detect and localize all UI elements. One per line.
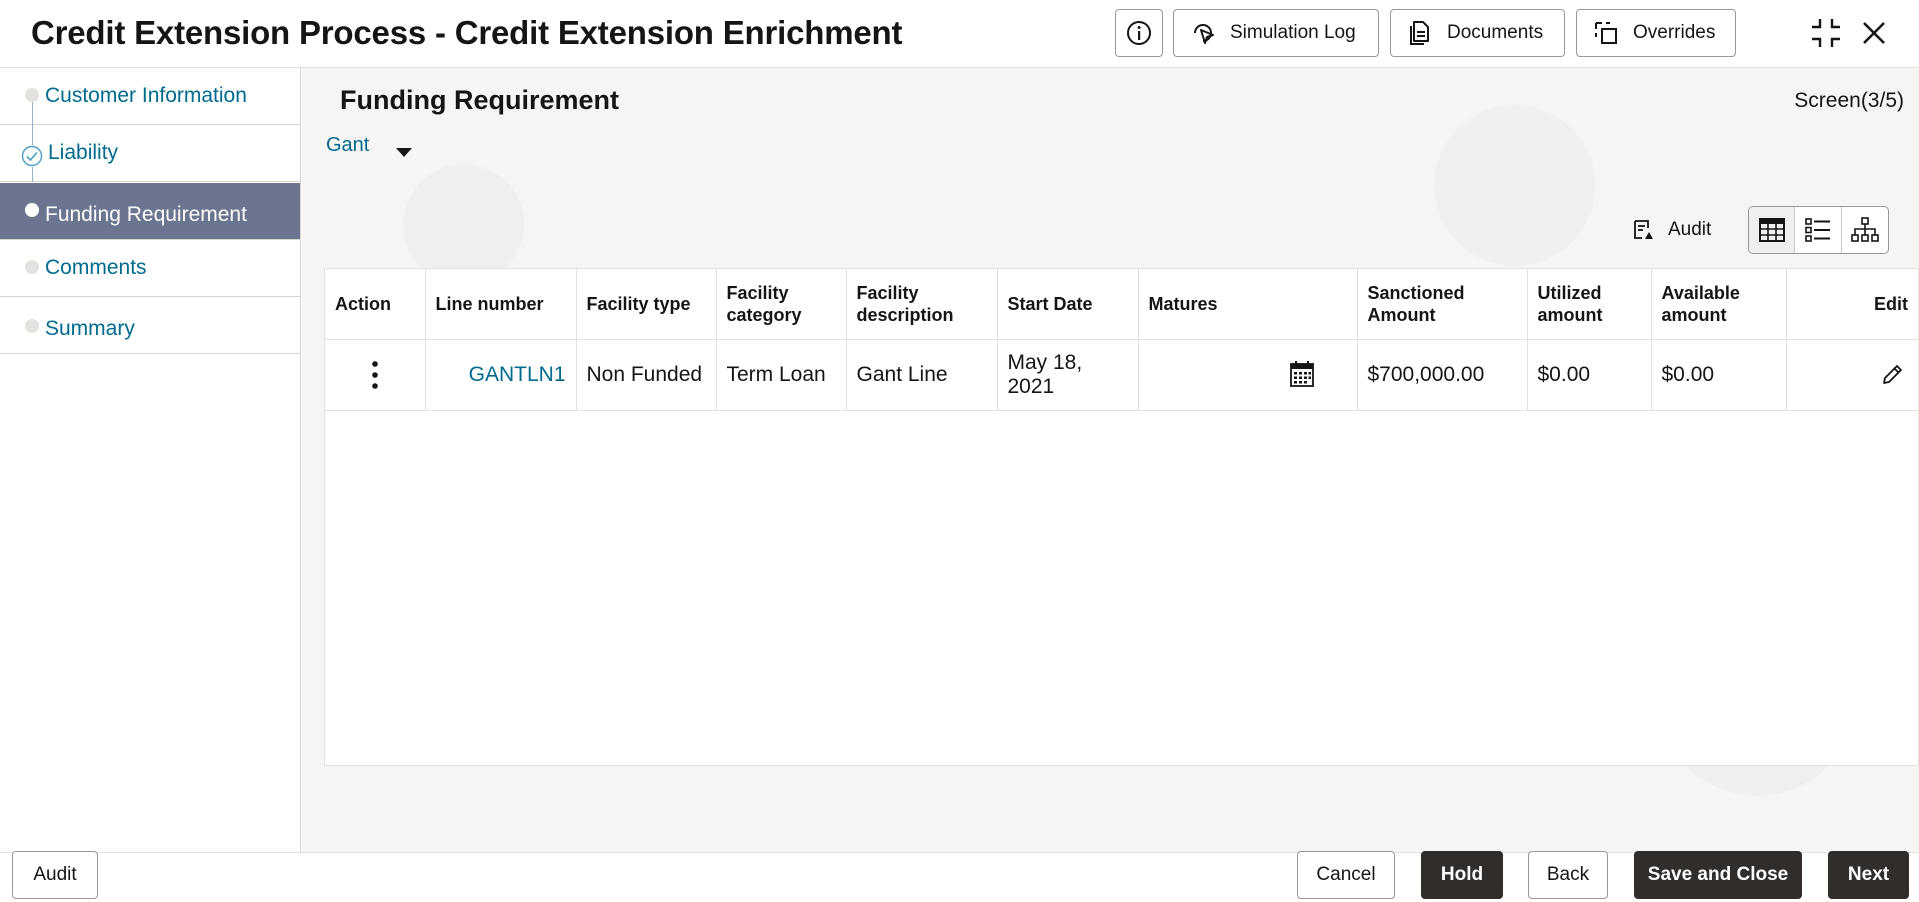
next-button[interactable]: Next — [1828, 851, 1909, 899]
documents-icon — [1405, 18, 1435, 48]
step-pending-icon — [25, 260, 39, 274]
column-header-matures[interactable]: Matures — [1138, 269, 1358, 340]
start-date-cell: May 18, 2021 — [997, 339, 1139, 411]
funding-requirement-table: Action Line number Facility type Facilit… — [324, 268, 1919, 766]
sidebar-item-label: Comments — [45, 256, 147, 279]
column-header-edit: Edit — [1786, 269, 1919, 340]
step-navigation: Customer Information Liability Funding R… — [0, 68, 301, 852]
column-header-facility-description[interactable]: Facility description — [846, 269, 998, 340]
facility-category-cell: Term Loan — [716, 339, 847, 411]
info-button[interactable] — [1115, 9, 1163, 57]
sidebar-item-comments[interactable]: Comments — [0, 240, 300, 297]
line-selector-dropdown[interactable]: Gant — [324, 130, 424, 168]
sidebar-item-label: Customer Information — [45, 84, 247, 107]
matures-date-field[interactable] — [1138, 339, 1358, 411]
calendar-icon[interactable] — [1289, 360, 1315, 388]
back-button[interactable]: Back — [1528, 851, 1608, 899]
documents-label: Documents — [1447, 22, 1544, 43]
sidebar-item-label: Summary — [45, 317, 135, 340]
line-number-link[interactable]: GANTLN1 — [425, 339, 577, 411]
documents-button[interactable]: Documents — [1390, 9, 1565, 57]
column-header-sanctioned-amount[interactable]: Sanctioned Amount — [1357, 269, 1528, 340]
cursor-click-icon — [1188, 18, 1218, 48]
main-content: Funding Requirement Screen(3/5) Gant Aud… — [302, 68, 1919, 852]
step-active-icon — [25, 203, 39, 217]
facility-type-cell: Non Funded — [576, 339, 717, 411]
screen-counter: Screen(3/5) — [1794, 89, 1904, 112]
column-header-utilized-amount[interactable]: Utilized amount — [1527, 269, 1652, 340]
list-view-button[interactable] — [1795, 207, 1842, 253]
step-pending-icon — [25, 319, 39, 333]
cancel-button[interactable]: Cancel — [1297, 851, 1395, 899]
hierarchy-tree-icon — [1851, 217, 1879, 242]
audit-link[interactable]: Audit — [1632, 214, 1711, 246]
facility-description-cell: Gant Line — [846, 339, 998, 411]
column-header-available-amount[interactable]: Available amount — [1651, 269, 1787, 340]
table-view-button[interactable] — [1749, 207, 1796, 253]
available-amount-cell: $0.00 — [1651, 339, 1787, 411]
step-pending-icon — [25, 88, 39, 102]
sidebar-item-customer-information[interactable]: Customer Information — [0, 68, 300, 125]
sidebar-item-summary[interactable]: Summary — [0, 297, 300, 354]
table-grid-icon — [1758, 218, 1785, 242]
header: Credit Extension Process - Credit Extens… — [0, 0, 1919, 68]
column-header-facility-type[interactable]: Facility type — [576, 269, 717, 340]
sidebar-item-label: Liability — [48, 141, 119, 164]
step-complete-check-icon — [21, 145, 43, 167]
collapse-icon[interactable] — [1807, 14, 1845, 52]
overrides-button[interactable]: Overrides — [1576, 9, 1736, 57]
overrides-label: Overrides — [1633, 22, 1716, 43]
sidebar-item-liability[interactable]: Liability — [0, 125, 300, 182]
step-connector — [32, 102, 33, 125]
row-action-cell — [325, 339, 426, 411]
page-title: Funding Requirement — [340, 85, 619, 115]
kebab-menu-icon[interactable] — [335, 360, 415, 390]
audit-label: Audit — [1668, 219, 1712, 240]
caret-down-icon — [396, 148, 412, 157]
hold-button[interactable]: Hold — [1421, 851, 1503, 899]
table-row: GANTLN1 Non Funded Term Loan Gant Line M… — [325, 339, 1919, 411]
view-toggle-group — [1748, 206, 1889, 254]
table-header-row: Action Line number Facility type Facilit… — [325, 269, 1919, 340]
close-icon[interactable] — [1855, 14, 1893, 52]
save-and-close-button[interactable]: Save and Close — [1634, 851, 1802, 899]
simulation-log-button[interactable]: Simulation Log — [1173, 9, 1379, 57]
overrides-icon — [1591, 18, 1621, 48]
simulation-log-label: Simulation Log — [1230, 22, 1356, 43]
audit-icon — [1634, 220, 1653, 239]
step-connector — [32, 167, 33, 182]
step-connector — [32, 125, 33, 145]
list-icon — [1805, 218, 1831, 242]
column-header-facility-category[interactable]: Facility category — [716, 269, 847, 340]
sidebar-item-label: Funding Requirement — [45, 203, 247, 226]
column-header-action[interactable]: Action — [325, 269, 426, 340]
info-icon — [1127, 21, 1151, 45]
column-header-line-number[interactable]: Line number — [425, 269, 577, 340]
sidebar-item-funding-requirement[interactable]: Funding Requirement — [0, 183, 300, 240]
column-header-start-date[interactable]: Start Date — [997, 269, 1139, 340]
pencil-edit-icon[interactable] — [1797, 363, 1911, 387]
sanctioned-amount-cell: $700,000.00 — [1357, 339, 1528, 411]
utilized-amount-cell: $0.00 — [1527, 339, 1652, 411]
page-header-title: Credit Extension Process - Credit Extens… — [31, 14, 903, 51]
row-edit-cell — [1786, 339, 1919, 411]
hierarchy-view-button[interactable] — [1842, 207, 1888, 253]
footer-action-bar: Audit Cancel Hold Back Save and Close Ne… — [0, 851, 1919, 902]
audit-button[interactable]: Audit — [12, 851, 98, 899]
line-selector-value: Gant — [326, 134, 370, 156]
